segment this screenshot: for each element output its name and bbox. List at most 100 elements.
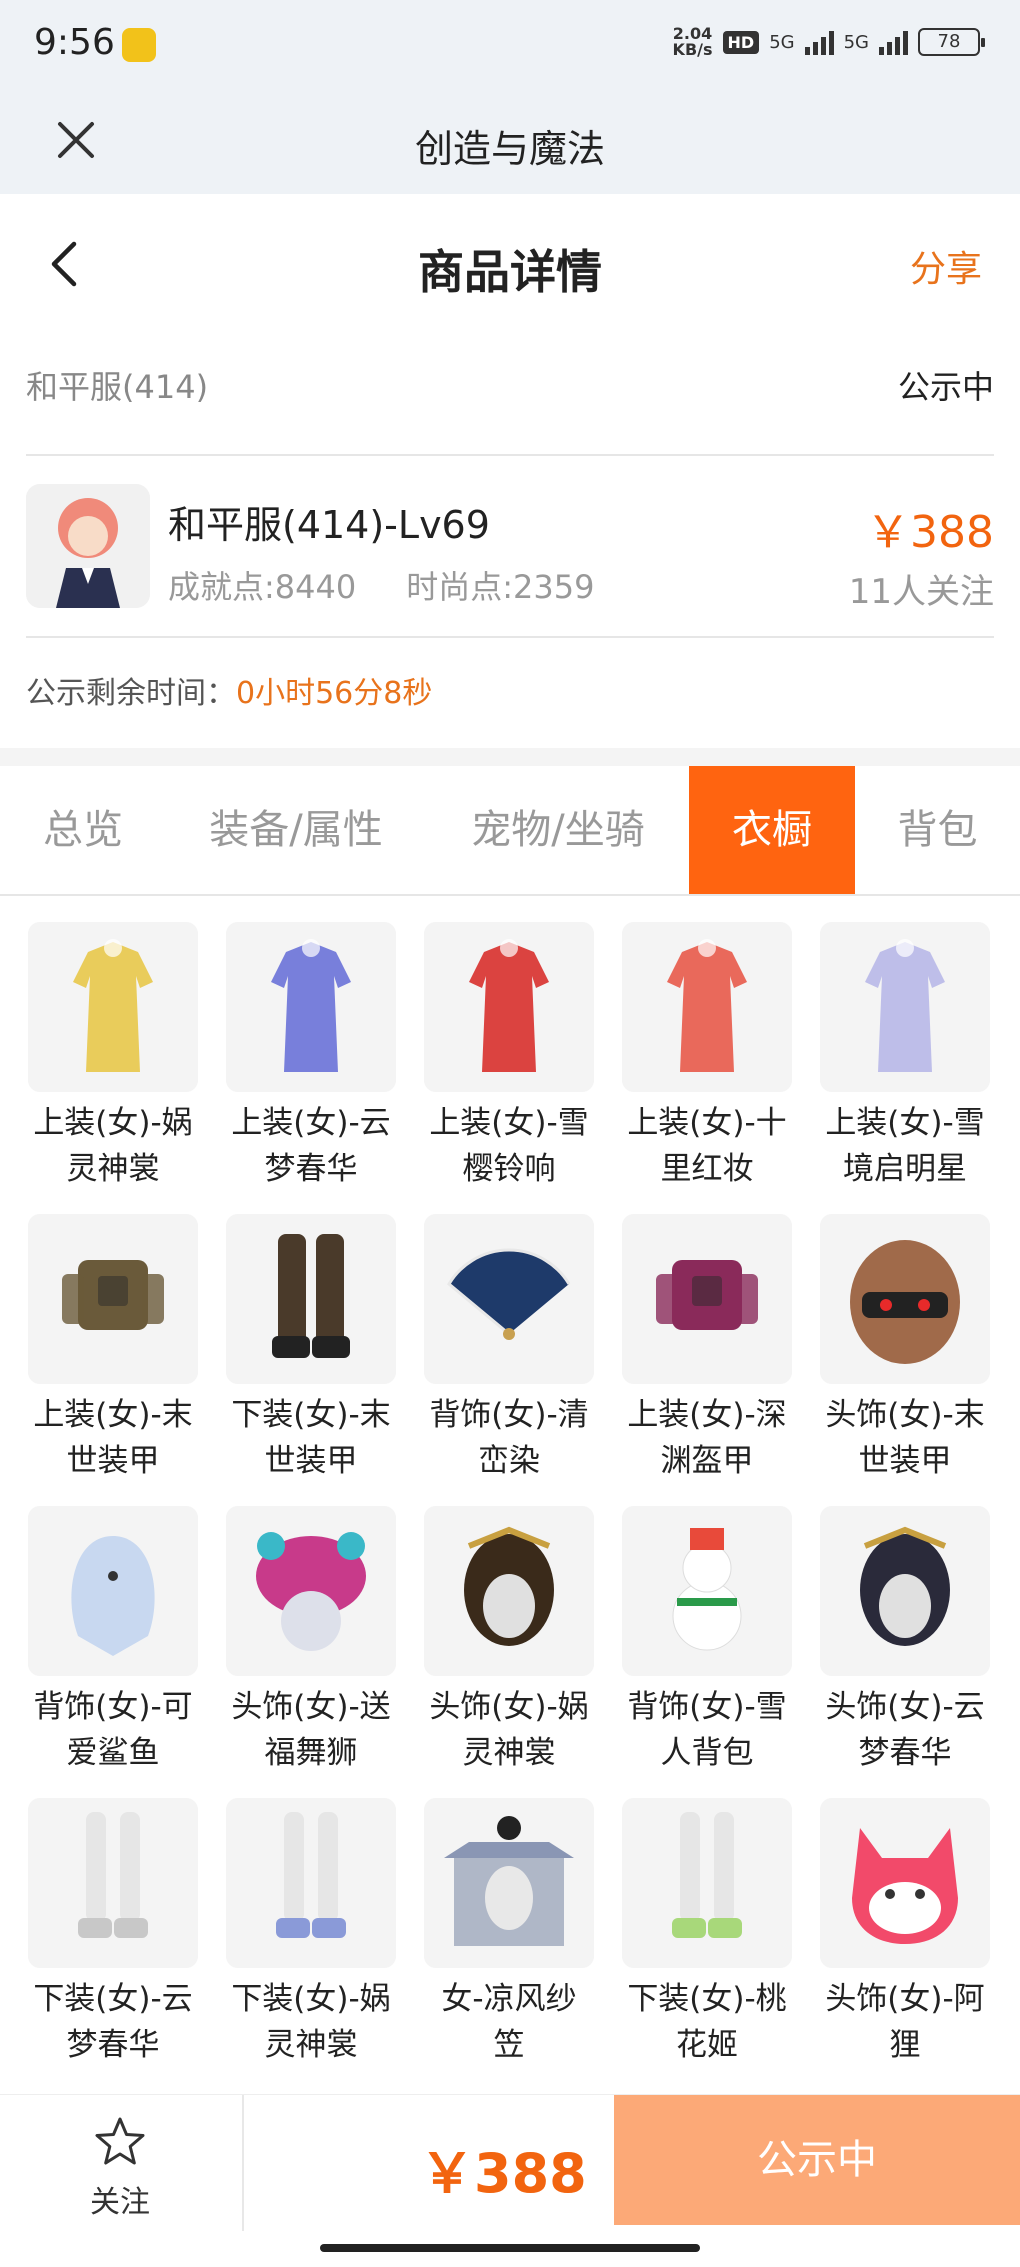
outfit-icon [424,922,594,1092]
wardrobe-item-label: 下装(女)-末 世装甲 [231,1397,391,1479]
divider [26,454,994,456]
wardrobe-item-label: 背饰(女)-清 峦染 [429,1397,589,1479]
outfit-icon [820,922,990,1092]
wardrobe-item[interactable]: 上装(女)-娲 灵神裳 [26,922,202,1212]
tab-wardrobe[interactable]: 衣橱 [689,766,855,894]
legs-icon [28,1798,198,1968]
lion-icon [226,1506,396,1676]
wardrobe-item[interactable]: 背饰(女)-清 峦染 [422,1214,598,1504]
countdown-label: 公示剩余时间： [26,676,236,711]
tab-backpack[interactable]: 背包 [855,766,1020,894]
wardrobe-item[interactable]: 上装(女)-深 渊盔甲 [620,1214,796,1504]
signal-icon [879,29,908,55]
bottom-price: ￥388 [420,2142,587,2205]
app-title: 创造与魔法 [414,127,605,171]
wardrobe-item[interactable]: 下装(女)-末 世装甲 [224,1214,400,1504]
wardrobe-item[interactable]: 上装(女)-雪 樱铃响 [422,922,598,1212]
wardrobe-item[interactable]: 上装(女)-末 世装甲 [26,1214,202,1504]
signal-label: 5G [769,31,795,53]
tab-pets[interactable]: 宠物/坐骑 [426,766,690,894]
notification-app-icon [122,28,156,62]
wardrobe-item-label: 头饰(女)-云 梦春华 [825,1689,985,1771]
product-price: ￥388 [866,507,994,558]
network-speed: 2.04 KB/s [672,24,713,59]
helmet-icon [820,1214,990,1384]
wardrobe-item-label: 背饰(女)-雪 人背包 [627,1689,787,1771]
wardrobe-item[interactable]: 头饰(女)-阿狸 [818,1798,994,2088]
outfit-icon [28,922,198,1092]
wardrobe-item[interactable]: 下装(女)-桃 花姬 [620,1798,796,2088]
section-gap [0,748,1020,766]
wardrobe-item-label: 下装(女)-云 梦春华 [33,1981,193,2063]
wardrobe-item-label: 背饰(女)-可 爱鲨鱼 [33,1689,193,1771]
wardrobe-item-label: 上装(女)-云 梦春华 [231,1105,391,1187]
wardrobe-item[interactable]: 上装(女)-雪 境启明星 [818,922,994,1212]
wardrobe-item-label: 头饰(女)-末 世装甲 [825,1397,985,1479]
wardrobe-item[interactable]: 上装(女)-十 里红妆 [620,922,796,1212]
fashion-points: 时尚点:2359 [406,568,595,606]
bottom-bar: 关注 ￥388 公示中 [0,2094,1020,2231]
wardrobe-item-label: 上装(女)-雪 境启明星 [825,1105,985,1187]
wardrobe-item[interactable]: 上装(女)-云 梦春华 [224,922,400,1212]
product-card: 和平服(414)-Lv69 成就点:8440 时尚点:2359 ￥388 11人关… [26,484,994,612]
page-title: 商品详情 [418,245,602,299]
wardrobe-item-label: 上装(女)-娲 灵神裳 [33,1105,193,1187]
home-indicator[interactable] [320,2244,700,2252]
follow-button[interactable]: 关注 [70,2115,170,2225]
page-header: 商品详情 分享 [0,194,1020,334]
wardrobe-item-label: 头饰(女)-阿狸 [825,1981,985,2063]
product-name: 和平服(414)-Lv69 [168,503,490,547]
product-avatar [26,484,150,608]
boots-icon [226,1214,396,1384]
wardrobe-item[interactable]: 头饰(女)-送 福舞狮 [224,1506,400,1796]
outfit-icon [226,922,396,1092]
tab-bar: 总览 装备/属性 宠物/坐骑 衣橱 背包 [0,766,1020,896]
countdown: 公示剩余时间：0小时56分8秒 [26,668,432,712]
legs-icon [622,1798,792,1968]
fox-mask-icon [820,1798,990,1968]
tab-overview[interactable]: 总览 [0,766,166,894]
hat-icon [424,1798,594,1968]
wardrobe-item[interactable]: 下装(女)-云 梦春华 [26,1798,202,2088]
shark-icon [28,1506,198,1676]
wardrobe-item[interactable]: 头饰(女)-云 梦春华 [818,1506,994,1796]
share-button[interactable]: 分享 [910,240,982,292]
divider [26,636,994,638]
server-name: 和平服(414) [26,368,209,406]
server-status: 公示中 [897,368,994,406]
server-row: 和平服(414) 公示中 [26,350,994,420]
snowman-icon [622,1506,792,1676]
wardrobe-item[interactable]: 女-凉风纱笠 [422,1798,598,2088]
status-indicators: 2.04 KB/s HD 5G 5G 78 [672,24,985,59]
app-bar: 创造与魔法 [0,90,1020,194]
wardrobe-item-label: 女-凉风纱笠 [441,1981,577,2063]
wardrobe-item[interactable]: 下装(女)-娲 灵神裳 [224,1798,400,2088]
armor-icon [622,1214,792,1384]
follower-count: 11人关注 [848,572,994,612]
wardrobe-item[interactable]: 头饰(女)-娲 灵神裳 [422,1506,598,1796]
wardrobe-item[interactable]: 背饰(女)-雪 人背包 [620,1506,796,1796]
publicity-status-button[interactable]: 公示中 [614,2095,1020,2225]
product-stats: 成就点:8440 时尚点:2359 [168,562,594,608]
wardrobe-item[interactable]: 背饰(女)-可 爱鲨鱼 [26,1506,202,1796]
countdown-value: 0小时56分8秒 [236,676,433,711]
hd-badge: HD [722,30,760,54]
follow-label: 关注 [90,2185,150,2220]
wardrobe-item[interactable]: 头饰(女)-末 世装甲 [818,1214,994,1504]
star-icon [95,2117,145,2165]
wardrobe-item-label: 上装(女)-雪 樱铃响 [429,1105,589,1187]
signal-label: 5G [843,31,869,53]
wardrobe-item-label: 上装(女)-深 渊盔甲 [627,1397,787,1479]
signal-icon [804,29,834,55]
battery-icon: 78 [918,28,985,56]
fan-icon [424,1214,594,1384]
wardrobe-item-label: 头饰(女)-送 福舞狮 [231,1689,391,1771]
status-time: 9:56 [34,22,115,63]
tab-equipment[interactable]: 装备/属性 [166,766,426,894]
divider [242,2095,244,2231]
status-bar: 9:56 2.04 KB/s HD 5G 5G 78 [0,0,1020,90]
wardrobe-item-label: 下装(女)-桃 花姬 [627,1981,787,2063]
wardrobe-item-label: 下装(女)-娲 灵神裳 [231,1981,391,2063]
armor-icon [28,1214,198,1384]
legs-icon [226,1798,396,1968]
